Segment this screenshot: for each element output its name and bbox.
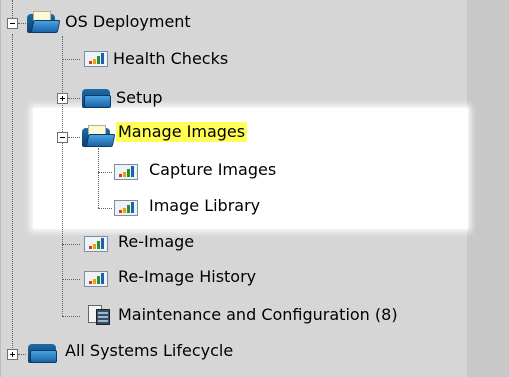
tree-item-all-systems-lifecycle[interactable]: All Systems Lifecycle [65, 341, 233, 361]
tree-line [12, 34, 13, 354]
maintenance-icon [88, 303, 110, 325]
tree-item-image-library[interactable]: Image Library [149, 196, 260, 216]
tree-line [62, 279, 80, 280]
tree-line [62, 244, 80, 245]
tree-line [62, 316, 80, 317]
expand-toggle-setup[interactable] [57, 93, 68, 104]
tree-line [18, 354, 26, 355]
tree-line [98, 172, 112, 173]
report-chart-icon [84, 236, 108, 252]
tree-line [62, 36, 63, 316]
report-chart-icon [84, 271, 108, 287]
collapse-toggle-os-deployment[interactable] [7, 18, 18, 29]
folder-icon [82, 85, 112, 109]
tree-line [98, 148, 99, 208]
folder-open-icon [82, 124, 116, 148]
tree-item-setup[interactable]: Setup [116, 88, 163, 108]
tree-item-re-image[interactable]: Re-Image [118, 232, 194, 252]
tree-line [68, 137, 80, 138]
panel-edge [467, 0, 509, 377]
tree-line [18, 23, 26, 24]
tree-item-maintenance-and-configuration[interactable]: Maintenance and Configuration (8) [118, 305, 398, 325]
tree-item-os-deployment[interactable]: OS Deployment [65, 12, 191, 32]
tree-item-capture-images[interactable]: Capture Images [149, 160, 276, 180]
tree-item-re-image-history[interactable]: Re-Image History [118, 267, 256, 287]
expand-toggle-all-systems-lifecycle[interactable] [7, 349, 18, 360]
tree-line [68, 98, 80, 99]
report-chart-icon [84, 51, 108, 67]
tree-item-manage-images[interactable]: Manage Images [116, 122, 248, 142]
folder-open-icon [27, 10, 61, 34]
collapse-toggle-manage-images[interactable] [57, 132, 68, 143]
report-chart-icon [114, 200, 138, 216]
tree-line [98, 208, 112, 209]
tree-item-health-checks[interactable]: Health Checks [113, 49, 228, 69]
report-chart-icon [114, 164, 138, 180]
folder-icon [28, 340, 58, 364]
tree-line [62, 59, 80, 60]
